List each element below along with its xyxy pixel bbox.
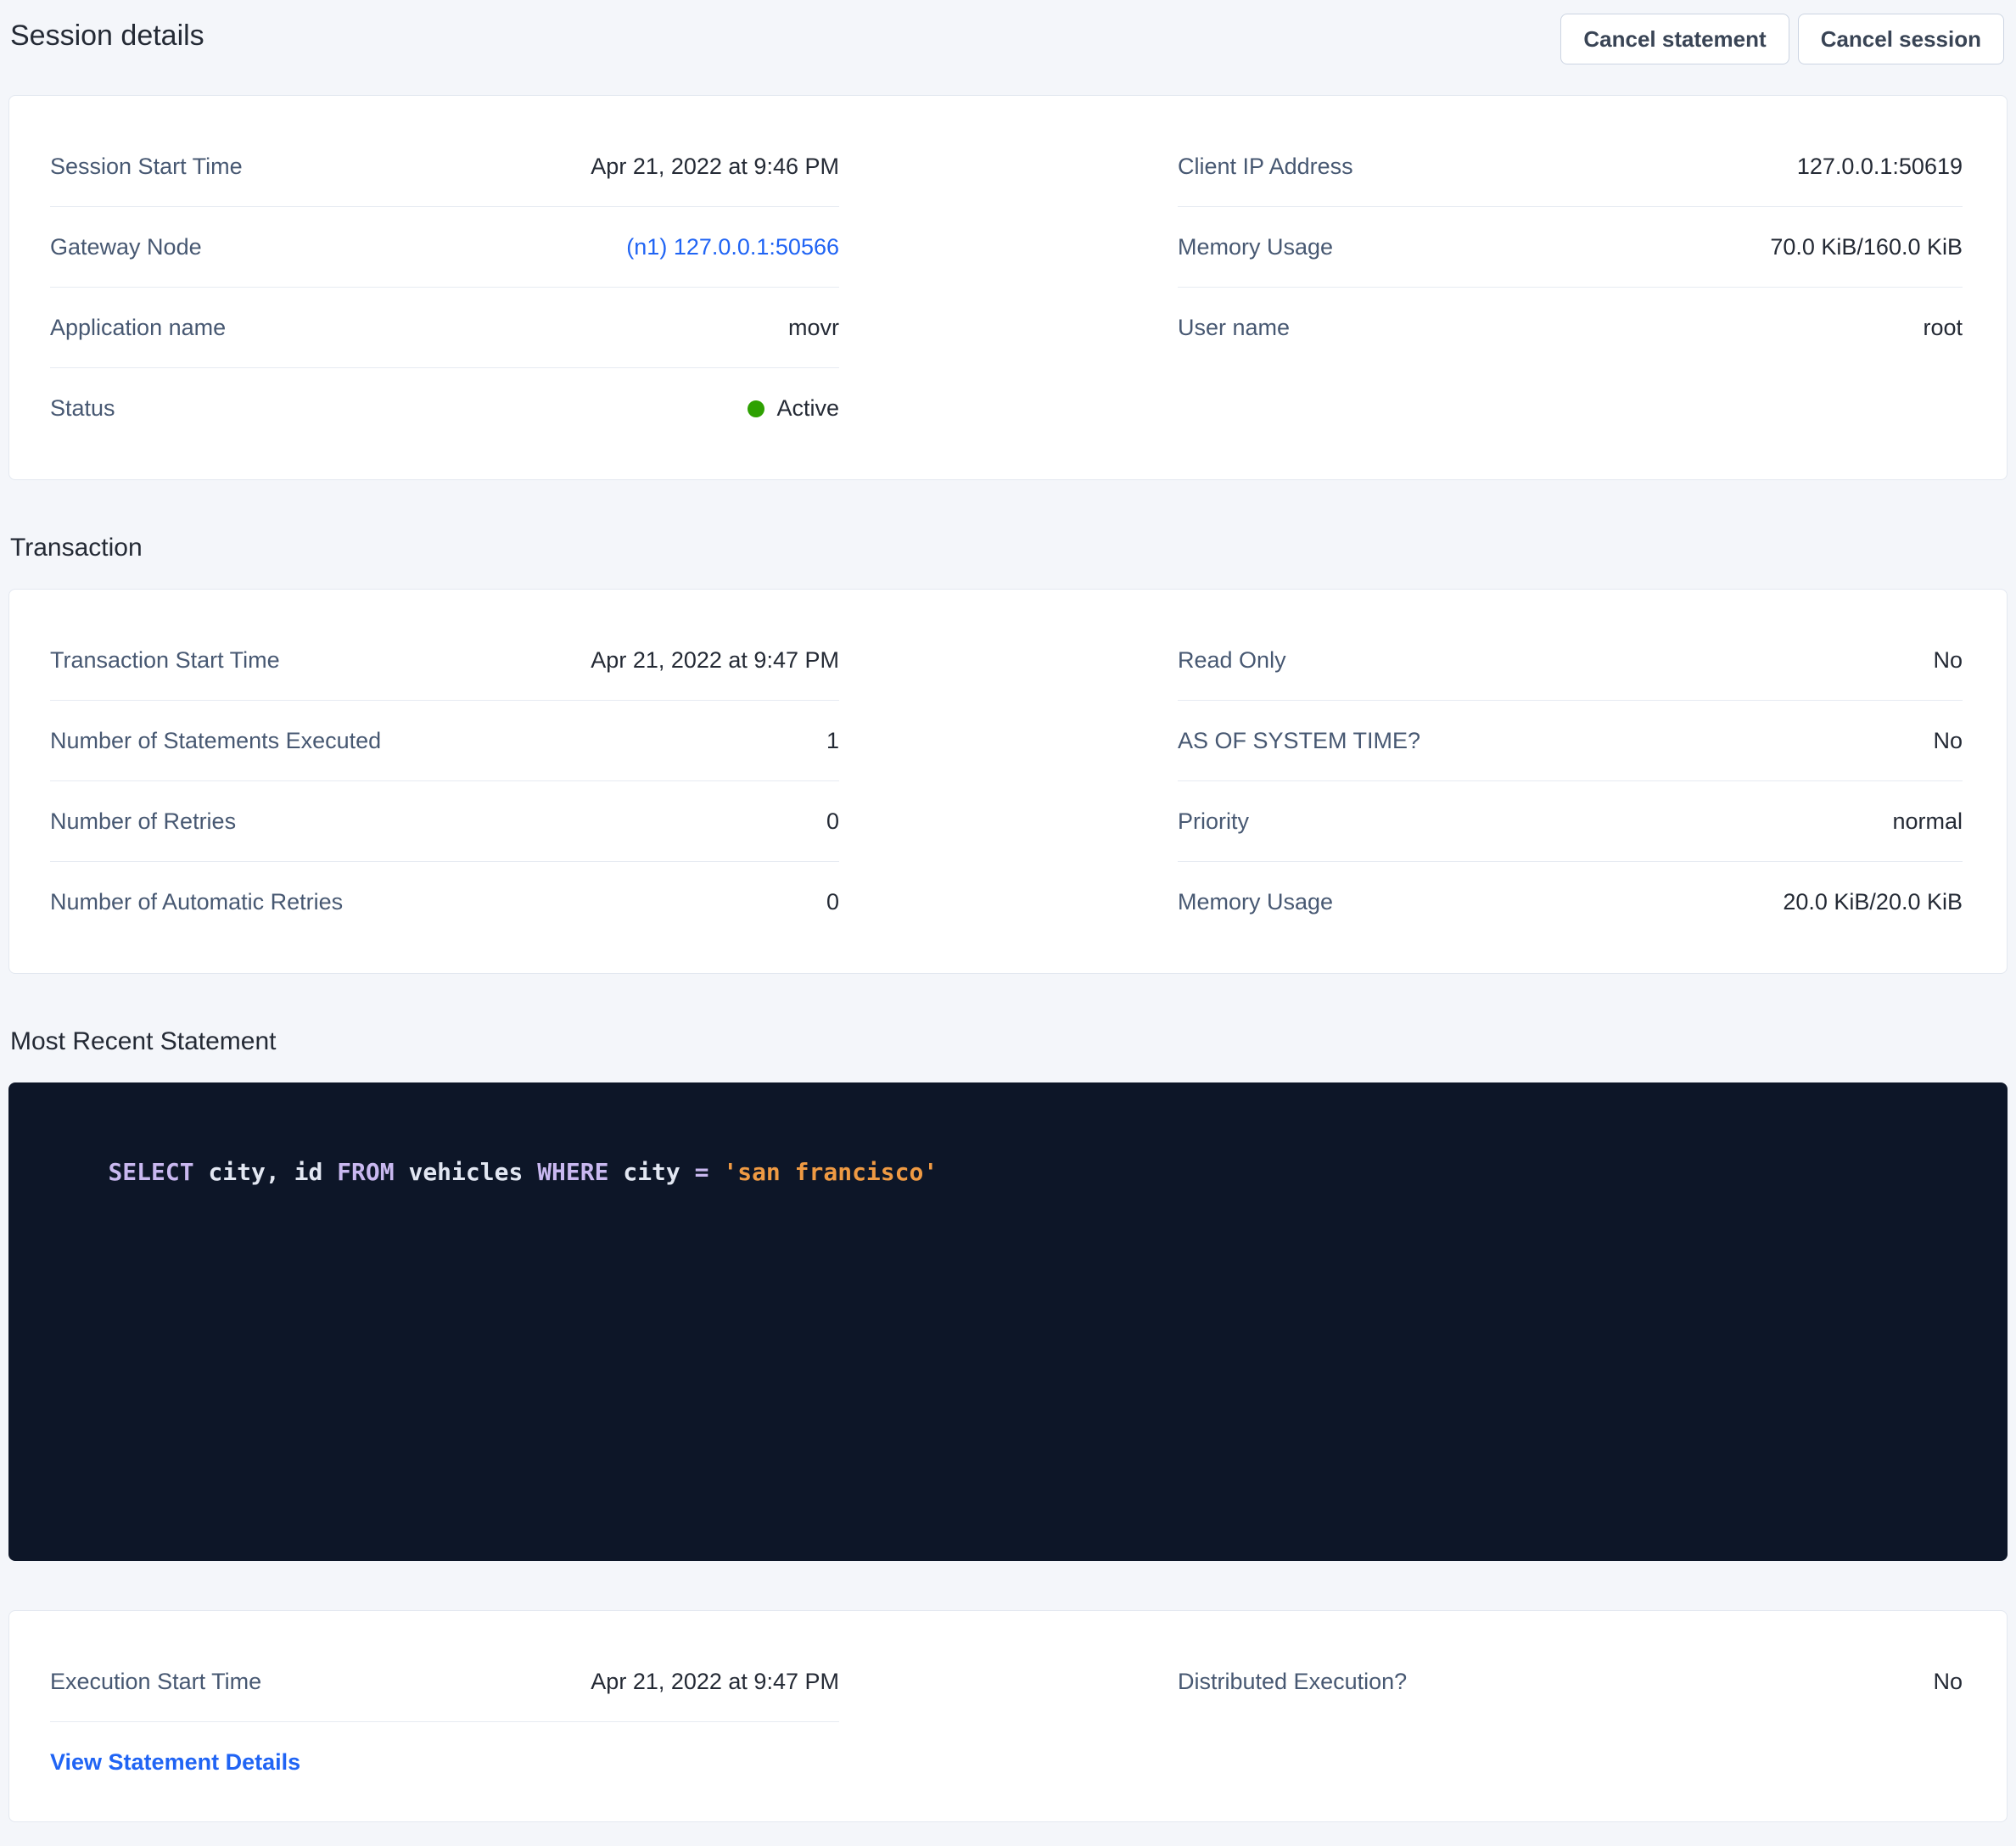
row-transaction-start-time: Transaction Start Time Apr 21, 2022 at 9… [50, 620, 839, 701]
kv-label: Number of Retries [50, 808, 236, 835]
row-automatic-retries: Number of Automatic Retries 0 [50, 862, 839, 943]
row-number-of-retries: Number of Retries 0 [50, 781, 839, 862]
row-user-name: User name root [1178, 288, 1963, 368]
kv-label: Gateway Node [50, 234, 202, 260]
page-title: Session details [10, 17, 204, 54]
kv-label: Application name [50, 315, 226, 341]
transaction-card: Transaction Start Time Apr 21, 2022 at 9… [8, 589, 2008, 974]
view-statement-details-link[interactable]: View Statement Details [50, 1749, 300, 1776]
kv-value: No [1933, 1669, 1963, 1695]
sql-token: city, id [194, 1158, 338, 1186]
kv-value: 0 [826, 889, 839, 915]
cancel-session-button[interactable]: Cancel session [1798, 14, 2004, 64]
sql-token: vehicles [395, 1158, 538, 1186]
kv-value: 127.0.0.1:50619 [1797, 154, 1963, 180]
transaction-card-right-column: Read Only No AS OF SYSTEM TIME? No Prior… [1178, 620, 1963, 943]
kv-label: Memory Usage [1178, 234, 1333, 260]
kv-value: 0 [826, 808, 839, 835]
header-actions: Cancel statement Cancel session [1552, 14, 2004, 64]
kv-label: Transaction Start Time [50, 647, 280, 674]
sql-token: FROM [337, 1158, 394, 1186]
kv-label: Priority [1178, 808, 1249, 835]
row-transaction-memory-usage: Memory Usage 20.0 KiB/20.0 KiB [1178, 862, 1963, 943]
gateway-node-link[interactable]: (n1) 127.0.0.1:50566 [626, 234, 839, 260]
sql-token: city [608, 1158, 694, 1186]
status-badge: Active [748, 395, 839, 422]
kv-value: movr [788, 315, 839, 341]
row-read-only: Read Only No [1178, 620, 1963, 701]
kv-label: Execution Start Time [50, 1669, 261, 1695]
statement-section-title: Most Recent Statement [10, 1025, 2016, 1059]
transaction-card-left-column: Transaction Start Time Apr 21, 2022 at 9… [50, 620, 839, 943]
session-card-left-column: Session Start Time Apr 21, 2022 at 9:46 … [50, 126, 839, 449]
session-summary-card: Session Start Time Apr 21, 2022 at 9:46 … [8, 95, 2008, 480]
transaction-section-title: Transaction [10, 531, 2016, 565]
kv-label: AS OF SYSTEM TIME? [1178, 728, 1420, 754]
row-gateway-node: Gateway Node (n1) 127.0.0.1:50566 [50, 207, 839, 288]
session-card-right-column: Client IP Address 127.0.0.1:50619 Memory… [1178, 126, 1963, 368]
kv-value: Apr 21, 2022 at 9:47 PM [591, 647, 839, 674]
kv-label: Number of Automatic Retries [50, 889, 343, 915]
row-status: Status Active [50, 368, 839, 449]
row-execution-start-time: Execution Start Time Apr 21, 2022 at 9:4… [50, 1642, 839, 1722]
kv-value: Apr 21, 2022 at 9:46 PM [591, 154, 839, 180]
kv-label: Memory Usage [1178, 889, 1333, 915]
kv-value: No [1933, 728, 1963, 754]
row-application-name: Application name movr [50, 288, 839, 368]
sql-statement: SELECT city, id FROM vehicles WHERE city… [51, 1122, 1965, 1223]
execution-card: Execution Start Time Apr 21, 2022 at 9:4… [8, 1610, 2008, 1822]
kv-label: Status [50, 395, 115, 422]
kv-label: User name [1178, 315, 1290, 341]
sql-token: 'san francisco' [723, 1158, 938, 1186]
kv-label: Client IP Address [1178, 154, 1353, 180]
kv-label: Distributed Execution? [1178, 1669, 1407, 1695]
kv-label: Number of Statements Executed [50, 728, 381, 754]
execution-card-right-column: Distributed Execution? No [1178, 1642, 1963, 1722]
sql-token: WHERE [537, 1158, 608, 1186]
row-session-start-time: Session Start Time Apr 21, 2022 at 9:46 … [50, 126, 839, 207]
row-client-ip-address: Client IP Address 127.0.0.1:50619 [1178, 126, 1963, 207]
row-distributed-execution: Distributed Execution? No [1178, 1642, 1963, 1722]
row-priority: Priority normal [1178, 781, 1963, 862]
kv-value: 70.0 KiB/160.0 KiB [1770, 234, 1963, 260]
page-header: Session details Cancel statement Cancel … [0, 0, 2016, 64]
sql-statement-box: SELECT city, id FROM vehicles WHERE city… [8, 1082, 2008, 1561]
kv-label: Read Only [1178, 647, 1286, 674]
kv-value: Apr 21, 2022 at 9:47 PM [591, 1669, 839, 1695]
kv-value: normal [1892, 808, 1963, 835]
kv-label: Session Start Time [50, 154, 243, 180]
cancel-statement-button[interactable]: Cancel statement [1560, 14, 1789, 64]
row-statements-executed: Number of Statements Executed 1 [50, 701, 839, 781]
kv-value: No [1933, 647, 1963, 674]
execution-card-left-column: Execution Start Time Apr 21, 2022 at 9:4… [50, 1642, 839, 1803]
kv-value: 20.0 KiB/20.0 KiB [1783, 889, 1963, 915]
status-text: Active [776, 395, 839, 422]
row-as-of-system-time: AS OF SYSTEM TIME? No [1178, 701, 1963, 781]
status-dot-icon [748, 400, 764, 417]
sql-token: = [695, 1158, 724, 1186]
kv-value: 1 [826, 728, 839, 754]
row-session-memory-usage: Memory Usage 70.0 KiB/160.0 KiB [1178, 207, 1963, 288]
kv-value: root [1923, 315, 1963, 341]
sql-token: SELECT [108, 1158, 193, 1186]
row-view-statement-details: View Statement Details [50, 1722, 839, 1803]
